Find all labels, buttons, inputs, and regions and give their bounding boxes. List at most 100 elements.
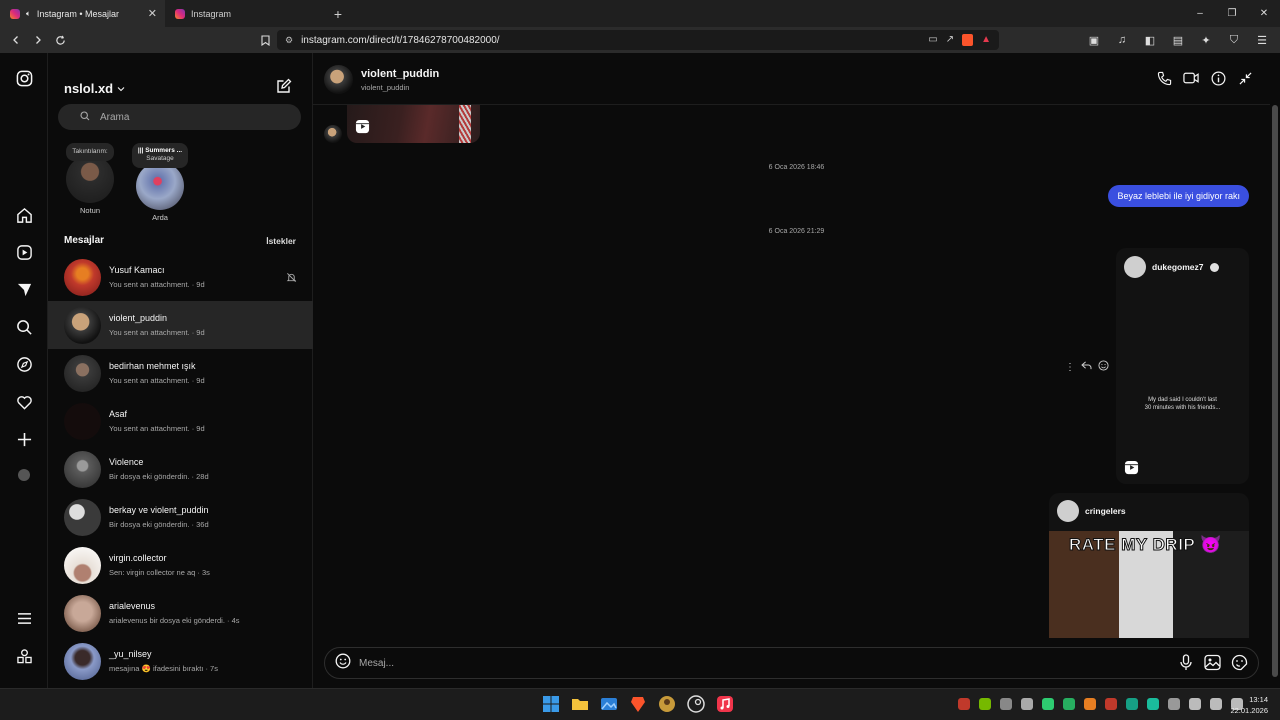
leo-ai-icon[interactable]: ✦ [1196,30,1216,50]
tray-app-icon[interactable] [1021,698,1033,710]
tab-label: Instagram [191,8,232,19]
conversation-row[interactable]: virgin.collector Sen: virgin collector ne… [48,541,313,589]
conversation-row[interactable]: arialevenus arialevenus bir dosya eki gön… [48,589,313,637]
chat-panel: violent_puddin violent_puddin 6 Oca 2026… [313,53,1280,688]
wallet-icon[interactable]: ▤ [1168,30,1188,50]
windows-taskbar: 13:14 22.01.2026 [0,688,1280,720]
new-tab-button[interactable]: + [325,0,351,27]
account-switcher[interactable]: nslol.xd [64,81,125,96]
tray-app-icon[interactable] [1126,698,1138,710]
scrollbar-thumb[interactable] [1272,105,1278,677]
brave-rewards-icon[interactable]: ▲ [981,34,991,46]
sticker-icon[interactable] [1231,654,1248,676]
tray-app-icon[interactable] [958,698,970,710]
info-icon[interactable] [1209,69,1227,87]
minimize-chat-icon[interactable] [1236,69,1254,87]
search-icon [80,110,90,124]
site-settings-icon[interactable]: ⚙︎ [285,35,293,46]
tray-nvidia-icon[interactable] [979,698,991,710]
close-tab-icon[interactable]: ✕ [148,7,157,20]
back-icon[interactable] [6,30,26,50]
outgoing-message-bubble[interactable]: Beyaz leblebi ile iyi gidiyor rakı [1108,185,1249,207]
react-emoji-icon[interactable] [1098,360,1109,374]
video-call-icon[interactable] [1182,69,1200,87]
cast-icon[interactable]: ▭ [928,34,937,46]
chat-scrollbar[interactable] [1270,53,1280,688]
note-arda[interactable]: ||| Summers ... Savatage Arda [130,143,190,222]
tray-app-icon[interactable] [1147,698,1159,710]
instagram-logo-icon[interactable] [14,68,34,88]
photos-icon[interactable] [599,694,619,714]
conversation-row[interactable]: _yu_nilsey mesajına 😍 ifadesini bıraktı ·… [48,637,313,685]
conversation-row[interactable]: Violence Bir dosya eki gönderdin. · 28d [48,445,313,493]
new-message-icon[interactable] [276,78,292,99]
vpn-shield-icon[interactable]: ⛉ [1224,30,1244,50]
window-controls: – ❐ ✕ [1184,0,1280,27]
also-from-meta-icon[interactable] [14,646,34,666]
microphone-icon[interactable] [1178,654,1194,676]
profile-avatar[interactable] [18,469,30,481]
media-icon[interactable]: ♫ [1112,30,1132,50]
note-own[interactable]: Takıntılarım: Notun [64,143,116,215]
microphone-tray-icon[interactable] [1168,698,1180,710]
conversation-row-selected[interactable]: violent_puddin You sent an attachment. · … [48,301,313,349]
account-username: nslol.xd [64,81,114,96]
messages-icon[interactable] [14,279,34,299]
conversation-row[interactable]: berkay ve violent_puddin Bir dosya eki gö… [48,493,313,541]
search-input[interactable] [100,111,280,123]
chat-title[interactable]: violent_puddin [361,68,439,80]
tray-app-icon[interactable] [1042,698,1054,710]
search-icon[interactable] [14,317,34,337]
address-bar[interactable]: ⚙︎ instagram.com/direct/t/17846278700482… [277,30,999,50]
brave-shields-icon[interactable] [962,34,974,46]
screenshot-icon[interactable]: ▣ [1084,30,1104,50]
reply-icon[interactable] [1081,361,1092,373]
more-menu-icon[interactable] [14,608,34,628]
shared-reel-card[interactable]: dukegomez7 My dad said I couldn't last 3… [1116,248,1249,484]
tab-instagram-messages[interactable]: 🔈︎ Instagram • Mesajlar ✕ [0,0,165,27]
requests-link[interactable]: İstekler [266,236,296,246]
sender-avatar[interactable] [324,125,342,143]
minimize-button[interactable]: – [1184,8,1216,19]
tray-app-icon[interactable] [1000,698,1012,710]
shared-reel-thumbnail[interactable] [347,105,480,143]
more-options-icon[interactable]: ⋮ [1065,362,1075,373]
close-window-button[interactable]: ✕ [1248,8,1280,19]
reels-icon[interactable] [14,242,34,262]
emoji-icon[interactable] [335,653,351,674]
bookmark-icon[interactable] [255,30,275,50]
system-tray [958,698,1243,710]
steam-icon[interactable] [686,694,706,714]
notifications-heart-icon[interactable] [14,392,34,412]
sidebar-icon[interactable]: ◧ [1140,30,1160,50]
apple-music-icon[interactable] [715,694,735,714]
chat-avatar[interactable] [324,65,353,94]
menu-icon[interactable]: ☰ [1252,30,1272,50]
tray-app-icon[interactable] [1084,698,1096,710]
audio-call-icon[interactable] [1155,69,1173,87]
start-windows-icon[interactable] [541,694,561,714]
brave-browser-icon[interactable] [628,694,648,714]
home-icon[interactable] [14,205,34,225]
image-upload-icon[interactable] [1204,654,1221,676]
network-icon[interactable] [1189,698,1201,710]
game-app-icon[interactable] [657,694,677,714]
volume-icon[interactable] [1210,698,1222,710]
conversation-row[interactable]: Asaf You sent an attachment. · 9d [48,397,313,445]
system-clock[interactable]: 13:14 22.01.2026 [1230,694,1268,717]
message-input[interactable] [359,657,1119,669]
share-icon[interactable]: ↗ [946,34,954,46]
create-plus-icon[interactable] [14,429,34,449]
tray-app-icon[interactable] [1105,698,1117,710]
conversation-row[interactable]: bedirhan mehmet ışık You sent an attachme… [48,349,313,397]
shared-post-card[interactable]: cringelers RATE MY DRIP 😈 [1049,493,1249,638]
file-explorer-icon[interactable] [570,694,590,714]
tab-instagram[interactable]: Instagram [165,0,325,27]
restore-button[interactable]: ❐ [1216,8,1248,19]
explore-icon[interactable] [14,354,34,374]
conversation-avatar [64,546,101,584]
tray-app-icon[interactable] [1063,698,1075,710]
conversation-row[interactable]: Yusuf Kamacı You sent an attachment. · 9d [48,253,313,301]
forward-icon[interactable] [28,30,48,50]
reload-icon[interactable] [50,30,70,50]
